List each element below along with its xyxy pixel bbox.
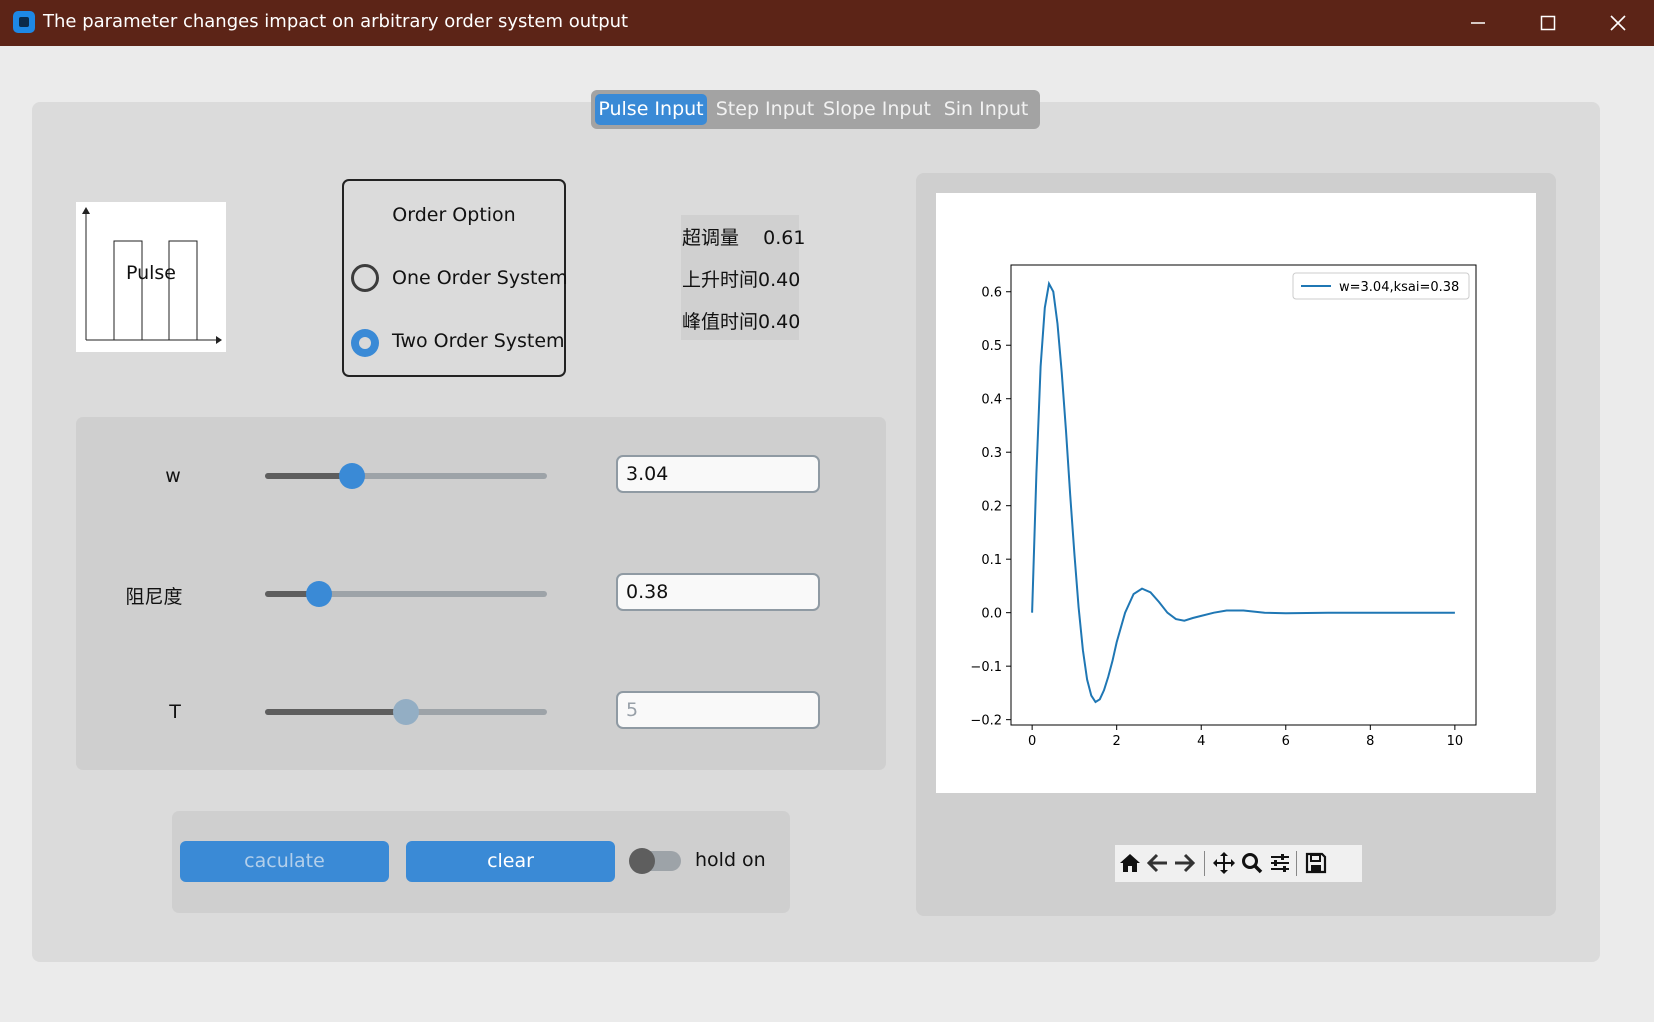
minimize-button[interactable] [1443, 0, 1513, 46]
radio-two-order[interactable] [351, 329, 379, 357]
x-tick-label: 6 [1282, 734, 1290, 749]
app-icon [13, 11, 35, 33]
response-chart: 0 2 4 6 8 10 0.6 0.5 0.4 0.3 0.2 0.1 0.0 −0.1 −0.2 w=3.… [970, 264, 1477, 749]
overshoot-value: 超调量 0.61 [682, 227, 806, 249]
radio-two-order-label[interactable]: Two Order System [392, 330, 565, 352]
slider-damping[interactable] [265, 581, 547, 607]
toolbar-separator [1204, 851, 1205, 876]
back-arrow-icon[interactable] [1145, 850, 1171, 876]
maximize-button[interactable] [1513, 0, 1583, 46]
order-option-title: Order Option [392, 204, 516, 226]
close-icon [1610, 15, 1626, 31]
x-tick-label: 2 [1113, 734, 1121, 749]
tab-slope-input[interactable]: Slope Input [823, 94, 931, 125]
pan-icon[interactable] [1211, 850, 1237, 876]
legend-label: w=3.04,ksai=0.38 [1339, 280, 1459, 295]
slider-t-fill [265, 709, 406, 715]
maximize-icon [1540, 15, 1556, 31]
plot-toolbar [1115, 845, 1362, 882]
parameter-panel: w 3.04 阻尼度 0.38 T 5 [76, 417, 886, 770]
order-option-group: Order Option One Order System Two Order … [342, 179, 568, 377]
param-label-t: T [169, 701, 181, 723]
configure-subplots-icon[interactable] [1267, 850, 1293, 876]
x-tick-label: 10 [1447, 734, 1464, 749]
y-tick-label: 0.1 [981, 553, 1002, 568]
plot-canvas[interactable]: 0 2 4 6 8 10 0.6 0.5 0.4 0.3 0.2 0.1 0.0 −0.1 −0.2 w=3.… [936, 193, 1536, 793]
input-preview-label: Pulse [125, 262, 177, 284]
y-tick-label: −0.2 [970, 714, 1002, 729]
slider-damping-handle[interactable] [305, 581, 332, 607]
w-value-input[interactable]: 3.04 [616, 455, 820, 493]
home-icon[interactable] [1117, 850, 1143, 876]
radio-one-order[interactable] [351, 264, 379, 292]
hold-on-label: hold on [695, 849, 766, 871]
slider-t [265, 699, 547, 725]
close-button[interactable] [1583, 0, 1653, 46]
minimize-icon [1471, 22, 1485, 24]
y-tick-label: 0.2 [981, 500, 1002, 515]
y-tick-label: 0.5 [981, 339, 1002, 354]
save-icon[interactable] [1303, 850, 1329, 876]
slider-w-handle[interactable] [339, 463, 366, 489]
radio-one-order-label[interactable]: One Order System [392, 267, 568, 289]
damping-value-input[interactable]: 0.38 [616, 573, 820, 611]
tab-pulse-input[interactable]: Pulse Input [595, 94, 707, 125]
plot-axes-frame [1010, 264, 1477, 726]
title-bar: The parameter changes impact on arbitrar… [0, 0, 1654, 46]
series-line [1031, 280, 1455, 704]
window-title: The parameter changes impact on arbitrar… [43, 11, 629, 32]
y-tick-label: 0.0 [981, 607, 1002, 622]
x-tick-label: 8 [1366, 734, 1374, 749]
clear-button[interactable]: clear [406, 841, 615, 882]
t-value-input: 5 [616, 691, 820, 729]
zoom-icon[interactable] [1239, 850, 1265, 876]
param-label-damping: 阻尼度 [125, 586, 183, 608]
action-panel: caculate clear hold on [172, 811, 790, 913]
performance-stats: 超调量 0.61 上升时间0.40 峰值时间0.40 [681, 215, 805, 340]
forward-arrow-icon[interactable] [1171, 850, 1197, 876]
x-tick-label: 0 [1028, 734, 1036, 749]
slider-w[interactable] [265, 463, 547, 489]
slider-t-handle [393, 699, 419, 725]
tab-step-input[interactable]: Step Input [715, 94, 815, 125]
tab-sin-input[interactable]: Sin Input [939, 94, 1033, 125]
y-tick-label: 0.3 [981, 446, 1002, 461]
param-label-w: w [165, 465, 181, 487]
rise-time-value: 上升时间0.40 [682, 269, 801, 291]
toolbar-separator [1296, 851, 1297, 876]
input-tab-bar: Pulse Input Step Input Slope Input Sin I… [591, 90, 1040, 129]
calculate-button[interactable]: caculate [180, 841, 389, 882]
input-preview-image: Pulse [76, 202, 226, 352]
peak-time-value: 峰值时间0.40 [682, 311, 801, 333]
x-tick-label: 4 [1197, 734, 1205, 749]
hold-on-switch[interactable] [629, 848, 681, 874]
y-tick-label: 0.6 [981, 286, 1002, 301]
y-tick-label: 0.4 [981, 393, 1002, 408]
y-tick-label: −0.1 [970, 660, 1002, 675]
